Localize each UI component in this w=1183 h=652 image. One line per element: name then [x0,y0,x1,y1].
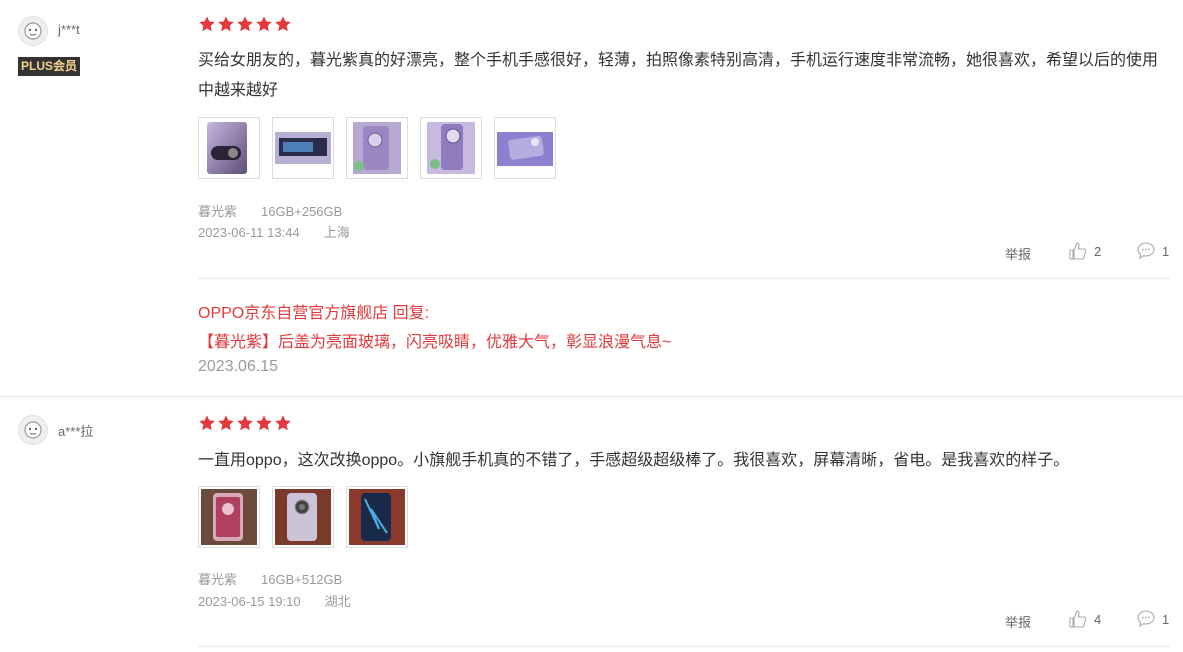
review-actions: 举报 4 1 [1000,609,1170,631]
star-icon [256,415,272,431]
like-count: 2 [1094,243,1102,259]
star-icon [218,415,234,431]
product-variant: 暮光紫 16GB+256GB [198,201,342,220]
review-photo-thumbnail[interactable] [346,486,408,548]
star-icon [199,16,215,32]
review-photos [198,117,556,179]
product-variant: 暮光紫 16GB+512GB [198,569,342,588]
like-button[interactable]: 2 [1068,241,1101,261]
review-location: 湖北 [324,594,351,609]
review-datetime-location: 2023-06-15 19:10 湖北 [198,591,351,610]
review-text: 一直用oppo，这次改换oppo。小旗舰手机真的不错了，手感超级超级棒了。我很喜… [198,452,1070,469]
review-actions: 举报 2 1 [1000,241,1170,263]
variant-color: 暮光紫 [198,572,238,587]
seller-reply-text: 【暮光紫】后盖为亮面玻璃，闪亮吸睛，优雅大气，彰显浪漫气息~ [198,334,672,351]
review-photo-thumbnail[interactable] [346,117,408,179]
review-photos [198,486,408,548]
comment-bubble-icon [1137,610,1155,628]
comment-count: 1 [1162,243,1170,259]
user-avatar[interactable] [18,16,48,46]
star-icon [275,415,291,431]
like-button[interactable]: 4 [1068,609,1101,629]
comment-button[interactable]: 1 [1136,241,1169,261]
review-location: 上海 [323,225,350,240]
thumbs-up-icon [1069,242,1087,260]
star-icon [275,16,291,32]
review-text: 买给女朋友的，暮光紫真的好漂亮，整个手机手感很好，轻薄，拍照像素特别高清，手机运… [198,52,1159,99]
variant-spec: 16GB+512GB [261,572,343,587]
star-icon [237,16,253,32]
variant-color: 暮光紫 [198,204,238,219]
review-photo-thumbnail[interactable] [198,486,260,548]
divider [198,278,1170,279]
review-datetime: 2023-06-15 19:10 [198,594,301,609]
star-icon [256,16,272,32]
star-icon [218,16,234,32]
divider [198,646,1170,647]
avatar-face-icon [24,22,42,40]
review-photo-thumbnail[interactable] [494,117,556,179]
comment-count: 1 [1162,611,1170,627]
star-icon [199,415,215,431]
star-rating [198,414,292,432]
comment-bubble-icon [1137,242,1155,260]
comment-button[interactable]: 1 [1136,609,1169,629]
username: j***t [58,22,80,37]
avatar-face-icon [24,421,42,439]
review-datetime-location: 2023-06-11 13:44 上海 [198,222,350,241]
review-divider [0,396,1183,397]
report-link[interactable]: 举报 [1005,244,1031,263]
review-photo-thumbnail[interactable] [272,486,334,548]
user-avatar[interactable] [18,415,48,445]
thumbs-up-icon [1069,610,1087,628]
seller-reply-date: 2023.06.15 [198,358,279,375]
username: a***拉 [58,424,94,439]
like-count: 4 [1094,611,1102,627]
report-link[interactable]: 举报 [1005,612,1031,631]
plus-member-badge: PLUS会员 [18,57,81,76]
seller-reply-title: OPPO京东自营官方旗舰店 回复: [198,305,430,322]
review-photo-thumbnail[interactable] [198,117,260,179]
review-photo-thumbnail[interactable] [272,117,334,179]
variant-spec: 16GB+256GB [261,204,343,219]
review-photo-thumbnail[interactable] [420,117,482,179]
review-datetime: 2023-06-11 13:44 [198,225,300,240]
star-rating [198,15,292,33]
star-icon [237,415,253,431]
